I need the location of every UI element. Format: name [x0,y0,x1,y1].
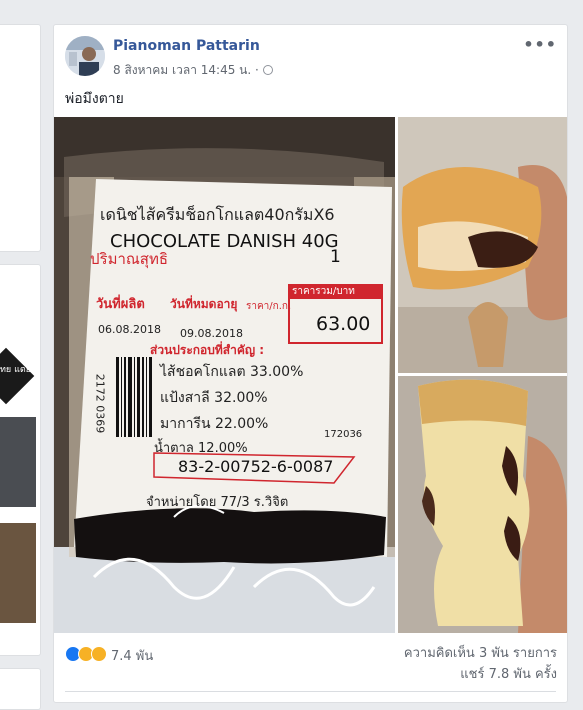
label-distributor: จำหน่ายโดย 77/3 ร.วิจิต [146,495,289,510]
sad-reaction-icon [91,646,107,662]
left-photo[interactable] [0,523,36,623]
left-photo[interactable] [0,417,36,507]
label-unit-price: ราคา/ก.ก. [246,301,292,312]
comment-count[interactable]: ความคิดเห็น 3 พัน รายการ [404,643,557,664]
left-card [0,264,41,656]
post-timestamp[interactable]: 8 สิงหาคม เวลา 14:45 น. · [113,63,259,77]
author-avatar[interactable] [65,36,105,76]
label-exp-label: วันที่หมดอายุ [170,297,238,311]
danish-cut-photo [398,376,567,633]
label-code: 83-2-00752-6-0087 [178,457,334,476]
label-price-header: ราคารวม/บาท [292,286,355,297]
label-ing1: ไส้ชอคโกแลต 33.00% [160,364,304,380]
post-caption: พ่อมึงตาย [65,91,124,107]
reaction-count[interactable]: 7.4 พัน [111,649,153,664]
top-bar [0,0,583,12]
author-name[interactable]: Pianoman Pattarin [113,38,260,54]
label-mfg-label: วันที่ผลิต [96,297,145,312]
left-card [0,24,41,252]
label-barcode-number: 2172 0369 [93,373,107,434]
label-exp-date: 09.08.2018 [180,327,243,340]
globe-icon [262,65,273,75]
post-card: Pianoman Pattarin 8 สิงหาคม เวลา 14:45 น… [53,24,568,703]
danish-photo [398,117,567,373]
photo-main[interactable]: เดนิชไส้ครีมช็อกโกแลต40กรัมX6 CHOCOLATE … [54,117,395,633]
footer-divider [65,691,556,692]
share-count[interactable]: แชร์ 7.8 พัน ครั้ง [404,664,557,685]
label-mfg-date: 06.08.2018 [98,323,161,336]
diamond-badge-text: ทย แตย [0,365,31,375]
label-ing3: มาการีน 22.00% [160,416,269,432]
label-qty-value: 1 [330,247,341,267]
left-column: ทย แตย [0,24,41,710]
avatar-image [65,36,105,76]
barcode [116,357,152,437]
label-price: 63.00 [316,313,371,335]
label-ingredients-title: ส่วนประกอบที่สำคัญ : [150,343,265,357]
label-lot: 172036 [324,429,363,440]
label-line1: เดนิชไส้ครีมช็อกโกแลต40กรัมX6 [100,205,335,224]
photo-danish-cut[interactable] [398,376,567,633]
label-qty-label: ปริมาณสุทธิ [90,250,169,268]
label-ing4: น้ำตาล 12.00% [154,441,248,456]
left-card [0,668,41,710]
reaction-summary[interactable]: 7.4 พัน [65,645,153,666]
photo-danish-whole[interactable] [398,117,567,373]
label-ing2: แป้งสาลี 32.00% [160,390,268,406]
more-options-icon[interactable]: ••• [523,35,557,54]
post-stats: ความคิดเห็น 3 พัน รายการ แชร์ 7.8 พัน คร… [404,643,557,685]
post-meta: 8 สิงหาคม เวลา 14:45 น. · [113,61,273,80]
